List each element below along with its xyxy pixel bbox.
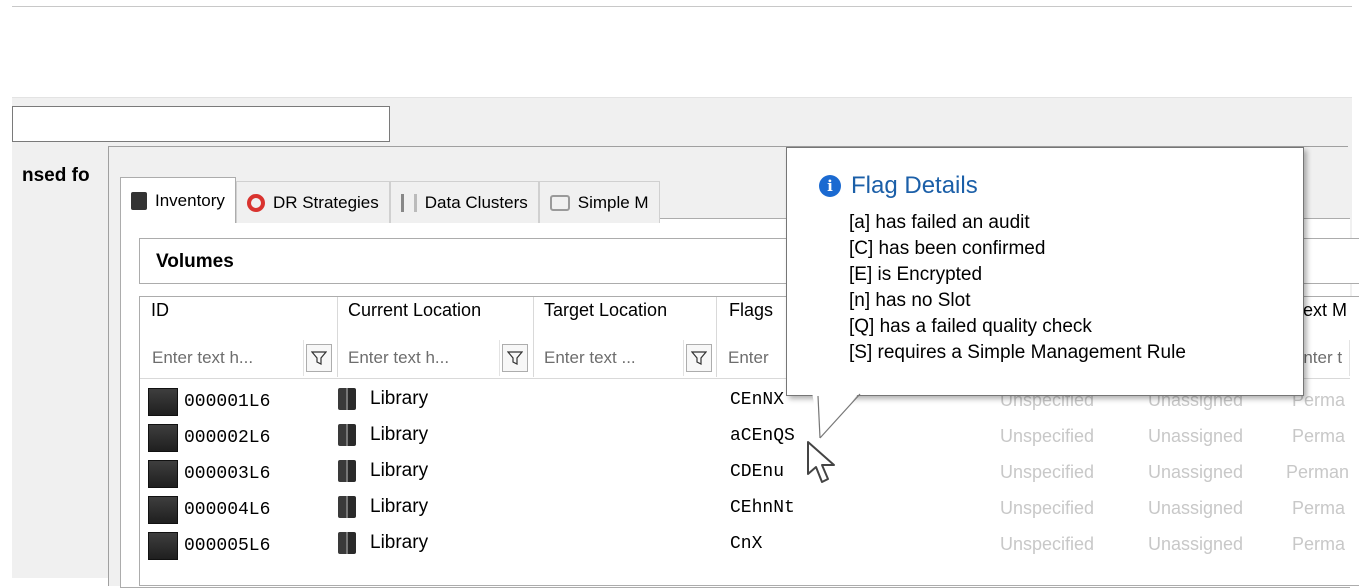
tape-icon [131,191,147,210]
table-row[interactable]: 000002L6 Library aCEnQS Unspecified Unas… [140,420,1350,456]
flags-value: CEnNX [730,390,785,410]
tab-label: Simple M [577,192,649,212]
column-header-flags[interactable]: Flags [729,300,773,321]
volume-id: 000004L6 [184,500,271,520]
tape-icon [148,388,178,416]
current-location: Library [370,388,429,409]
column-header-target-location[interactable]: Target Location [544,300,667,321]
table-row[interactable]: 000003L6 Library CDEnu Unspecified Unass… [140,456,1350,492]
info-icon: i [819,175,841,197]
assignment-cell: Unassigned [1148,534,1244,554]
tape-icon [148,424,178,452]
tab-data-clusters[interactable]: Data Clusters [389,181,539,223]
table-row[interactable]: 000005L6 Library CnX Unspecified Unassig… [140,528,1350,564]
tooltip-line: [n] has no Slot [849,290,971,311]
toolbar-area [12,7,1352,97]
tab-inventory[interactable]: Inventory [120,177,236,223]
filter-icon[interactable] [306,344,332,372]
status-cell: Unspecified [1000,498,1095,518]
cluster-icon [400,193,417,212]
library-icon [338,460,356,482]
lifebuoy-icon [246,193,265,212]
tooltip-line: [Q] has a failed quality check [849,316,1092,337]
flags-value: aCEnQS [730,426,795,446]
column-separator [337,297,338,377]
current-location: Library [370,460,429,481]
retention-cell: Perma [1292,426,1346,446]
volume-id: 000005L6 [184,536,271,556]
tooltip-line: [a] has failed an audit [849,212,1030,233]
volume-id: 000002L6 [184,428,271,448]
management-icon [549,194,570,211]
table-row[interactable]: 000004L6 Library CEhnNt Unspecified Unas… [140,492,1350,528]
status-cell: Unspecified [1000,426,1095,446]
filter-input-current-location[interactable]: Enter text h... [340,340,500,376]
tab-dr-strategies[interactable]: DR Strategies [235,181,390,223]
retention-cell: Perma [1292,498,1346,518]
tooltip-title: Flag Details [851,172,978,199]
left-panel-label: nsed fo [22,165,90,186]
filter-input-target-location[interactable]: Enter text ... [536,340,684,376]
tab-bar: Inventory DR Strategies Data Clusters Si… [120,177,660,223]
tape-icon [148,460,178,488]
assignment-cell: Unassigned [1148,462,1244,482]
volume-id: 000001L6 [184,392,271,412]
current-location: Library [370,532,429,553]
flag-details-tooltip: i Flag Details [a] has failed an audit [… [786,147,1304,396]
column-header-id[interactable]: ID [151,300,169,321]
tooltip-line: [S] requires a Simple Management Rule [849,342,1186,363]
tooltip-pointer [812,392,861,439]
current-location: Library [370,424,429,445]
column-separator [533,297,534,377]
tape-icon [148,496,178,524]
tooltip-line: [C] has been confirmed [849,238,1046,259]
assignment-cell: Unassigned [1148,426,1244,446]
tab-simple-management[interactable]: Simple M [538,181,660,223]
library-icon [338,424,356,446]
tab-label: DR Strategies [272,192,379,212]
tab-label: Data Clusters [424,192,528,212]
column-separator [716,297,717,377]
assignment-cell: Unassigned [1148,498,1244,518]
retention-cell: Perma [1292,534,1346,554]
volume-id: 000003L6 [184,464,271,484]
filter-icon[interactable] [502,344,528,372]
flags-value: CEhnNt [730,498,795,518]
library-icon [338,388,356,410]
tooltip-line: [E] is Encrypted [849,264,983,285]
flags-value: CnX [730,534,763,554]
toolbar-separator [12,97,1352,98]
retention-cell: Perman [1286,462,1350,482]
library-icon [338,532,356,554]
column-header-current-location[interactable]: Current Location [348,300,481,321]
tape-icon [148,532,178,560]
status-cell: Unspecified [1000,462,1095,482]
search-input[interactable] [12,106,390,142]
flags-value: CDEnu [730,462,785,482]
current-location: Library [370,496,429,517]
tab-label: Inventory [155,190,225,210]
filter-input-id[interactable]: Enter text h... [144,340,304,376]
library-icon [338,496,356,518]
status-cell: Unspecified [1000,534,1095,554]
filter-icon[interactable] [686,344,712,372]
mouse-cursor-icon [807,441,835,483]
